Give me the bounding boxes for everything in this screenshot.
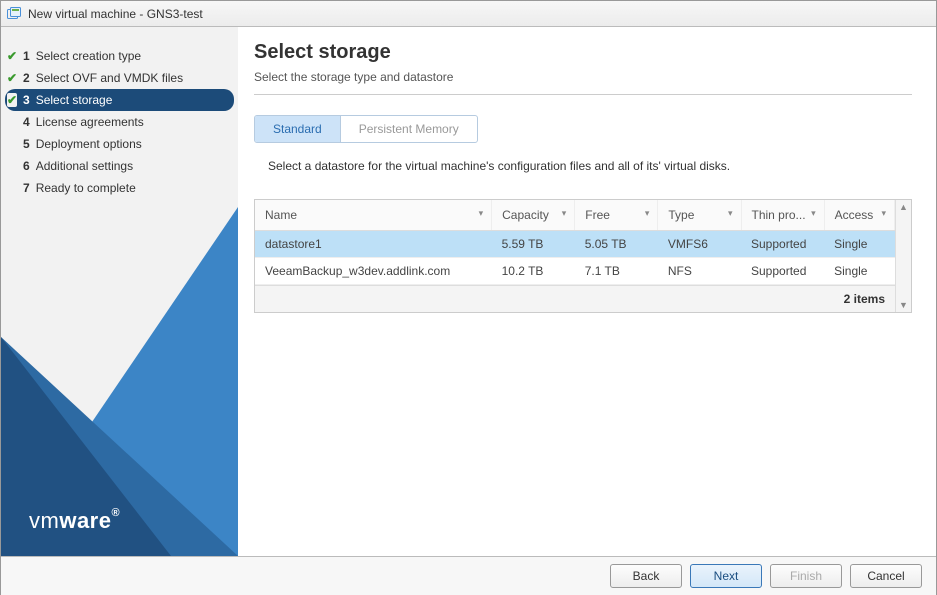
col-access[interactable]: Access▾ [824,200,894,231]
step-label: Deployment options [36,137,142,151]
cell-thin: Supported [741,258,824,285]
instruction-text: Select a datastore for the virtual machi… [268,159,912,173]
cell-type: NFS [658,258,741,285]
step-label: Select storage [36,93,113,107]
step-label: License agreements [36,115,144,129]
step-label: Select creation type [36,49,141,63]
scroll-up-icon[interactable]: ▲ [896,200,911,214]
datastore-table: Name▾ Capacity▾ Free▾ Type▾ Thin pro...▾… [255,200,895,285]
cell-name: VeeamBackup_w3dev.addlink.com [255,258,492,285]
cell-free: 7.1 TB [575,258,658,285]
col-thin-provisioning[interactable]: Thin pro...▾ [741,200,824,231]
finish-button: Finish [770,564,842,588]
page-title: Select storage [254,41,912,64]
wizard-button-bar: Back Next Finish Cancel [1,556,936,595]
cell-capacity: 10.2 TB [492,258,575,285]
next-button[interactable]: Next [690,564,762,588]
step-license-agreements[interactable]: 4 License agreements [1,111,238,133]
col-name[interactable]: Name▾ [255,200,492,231]
wizard-sidebar: 1 Select creation type 2 Select OVF and … [1,27,238,556]
content-pane: Select storage Select the storage type a… [238,27,936,556]
cell-name: datastore1 [255,231,492,258]
chevron-down-icon: ▾ [728,208,733,219]
chevron-down-icon: ▾ [811,208,816,219]
step-label: Additional settings [36,159,133,173]
col-capacity[interactable]: Capacity▾ [492,200,575,231]
page-subtitle: Select the storage type and datastore [254,70,912,95]
step-label: Ready to complete [36,181,136,195]
table-scrollbar[interactable]: ▲ ▼ [895,200,911,312]
col-type[interactable]: Type▾ [658,200,741,231]
step-deployment-options[interactable]: 5 Deployment options [1,133,238,155]
step-select-ovf-vmdk[interactable]: 2 Select OVF and VMDK files [1,67,238,89]
scroll-down-icon[interactable]: ▼ [896,298,911,312]
table-row[interactable]: VeeamBackup_w3dev.addlink.com 10.2 TB 7.… [255,258,895,285]
step-additional-settings[interactable]: 6 Additional settings [1,155,238,177]
vm-icon [7,7,22,21]
chevron-down-icon: ▾ [562,208,567,219]
col-free[interactable]: Free▾ [575,200,658,231]
cancel-button[interactable]: Cancel [850,564,922,588]
cell-access: Single [824,258,894,285]
row-count: 2 items [255,285,895,312]
step-select-storage[interactable]: 3 Select storage [5,89,234,111]
cell-thin: Supported [741,231,824,258]
storage-type-tabs: Standard Persistent Memory [254,115,478,143]
table-row[interactable]: datastore1 5.59 TB 5.05 TB VMFS6 Support… [255,231,895,258]
titlebar: New virtual machine - GNS3-test [1,1,936,27]
cell-access: Single [824,231,894,258]
cell-free: 5.05 TB [575,231,658,258]
cell-capacity: 5.59 TB [492,231,575,258]
back-button[interactable]: Back [610,564,682,588]
step-label: Select OVF and VMDK files [36,71,183,85]
window-title: New virtual machine - GNS3-test [28,7,203,21]
cell-type: VMFS6 [658,231,741,258]
tab-persistent-memory[interactable]: Persistent Memory [341,116,477,142]
datastore-table-wrapper: Name▾ Capacity▾ Free▾ Type▾ Thin pro...▾… [254,199,912,313]
chevron-down-icon: ▾ [479,208,484,219]
chevron-down-icon: ▾ [881,208,886,219]
tab-standard[interactable]: Standard [255,116,341,142]
vmware-logo: vmware® [29,508,120,534]
step-ready-complete[interactable]: 7 Ready to complete [1,177,238,199]
wizard-steps: 1 Select creation type 2 Select OVF and … [1,27,238,199]
step-select-creation-type[interactable]: 1 Select creation type [1,45,238,67]
chevron-down-icon: ▾ [645,208,650,219]
